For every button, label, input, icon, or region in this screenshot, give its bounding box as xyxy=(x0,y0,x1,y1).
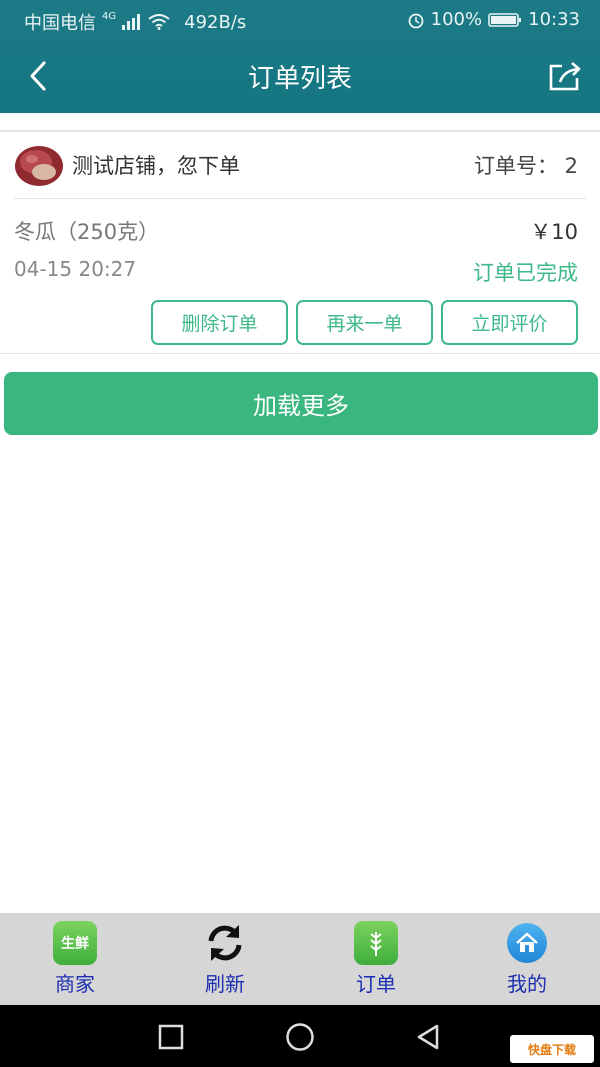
reorder-button[interactable]: 再来一单 xyxy=(296,300,433,345)
shop-name: 测试店铺，忽下单 xyxy=(72,154,240,178)
bottom-tab-bar: 生鲜 商家 刷新 订单 我的 xyxy=(0,913,600,1005)
home-button[interactable] xyxy=(282,1019,318,1055)
system-nav-bar: 快盘下载 xyxy=(0,1005,600,1067)
square-icon xyxy=(158,1024,184,1050)
tab-mine[interactable]: 我的 xyxy=(467,921,587,1003)
recents-button[interactable] xyxy=(153,1019,189,1055)
tab-label: 我的 xyxy=(507,972,547,996)
refresh-icon xyxy=(208,925,242,961)
toolbar: 订单列表 xyxy=(0,40,600,113)
shop-row[interactable]: 测试店铺，忽下单 订单号： 2 xyxy=(0,132,600,198)
home-icon xyxy=(507,923,547,963)
triangle-back-icon xyxy=(417,1024,439,1050)
review-button[interactable]: 立即评价 xyxy=(441,300,578,345)
carrier-label: 中国电信 xyxy=(24,13,96,34)
tab-orders[interactable]: 订单 xyxy=(316,921,436,1003)
wifi-icon xyxy=(148,14,170,30)
battery-percent: 100% xyxy=(430,9,483,30)
wheat-icon xyxy=(354,921,398,965)
divider xyxy=(14,198,586,199)
network-label: 4G xyxy=(102,10,117,22)
order-time: 04-15 20:27 xyxy=(14,257,137,281)
item-price: ￥10 xyxy=(530,220,578,244)
item-name: 冬瓜（250克） xyxy=(14,220,160,244)
divider xyxy=(0,353,600,354)
tab-label: 刷新 xyxy=(205,972,245,996)
shop-avatar xyxy=(14,142,64,188)
tab-refresh[interactable]: 刷新 xyxy=(165,921,285,1003)
load-more-button[interactable]: 加载更多 xyxy=(4,372,598,435)
watermark: 快盘下载 xyxy=(510,1035,594,1063)
share-button[interactable] xyxy=(544,54,586,98)
app-header: 中国电信 4G 492B/s 100% 10:33 订单列表 xyxy=(0,0,600,113)
circle-icon xyxy=(286,1023,314,1051)
page-title: 订单列表 xyxy=(247,64,352,94)
tab-merchants[interactable]: 生鲜 商家 xyxy=(15,921,135,1003)
order-card[interactable]: 测试店铺，忽下单 订单号： 2 冬瓜（250克） ￥10 04-15 20:27… xyxy=(0,132,600,354)
fresh-produce-icon: 生鲜 xyxy=(53,921,97,965)
alarm-icon xyxy=(408,13,424,28)
share-icon xyxy=(549,62,581,91)
network-speed: 492B/s xyxy=(184,11,247,33)
order-status: 订单已完成 xyxy=(473,261,578,285)
tab-label: 商家 xyxy=(55,972,95,996)
back-nav-button[interactable] xyxy=(410,1019,446,1055)
status-bar: 中国电信 4G 492B/s 100% 10:33 xyxy=(0,0,600,40)
battery-icon xyxy=(488,12,522,27)
order-actions: 删除订单 再来一单 立即评价 xyxy=(151,300,578,345)
tab-label: 订单 xyxy=(356,972,396,996)
clock: 10:33 xyxy=(528,9,580,30)
signal-icon xyxy=(122,14,142,30)
delete-order-button[interactable]: 删除订单 xyxy=(151,300,288,345)
order-number: 订单号： 2 xyxy=(473,154,578,178)
